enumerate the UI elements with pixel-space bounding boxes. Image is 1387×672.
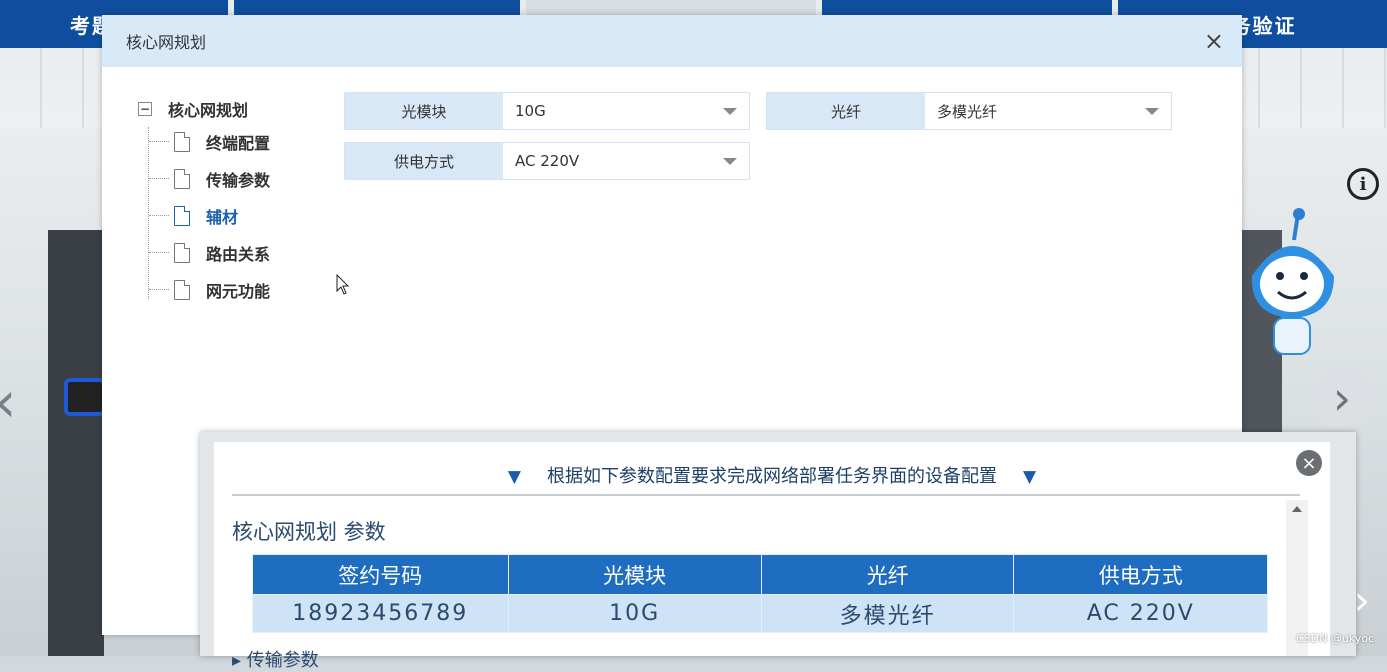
table-cell: 18923456789 [252, 594, 509, 633]
document-icon [174, 168, 190, 189]
mouse-cursor-icon [336, 274, 350, 295]
power-supply-select[interactable]: AC 220V [503, 143, 749, 179]
optical-module-select[interactable]: 10G [503, 93, 749, 129]
info-icon[interactable]: i [1347, 168, 1379, 200]
field-label: 供电方式 [345, 143, 503, 179]
triangle-down-icon: ▼ [507, 467, 521, 487]
table-cell: 10G [507, 594, 762, 633]
fiber-field: 光纤 多模光纤 [766, 92, 1172, 130]
column-header: 光纤 [760, 554, 1015, 595]
tree-root[interactable]: − 核心网规划 [138, 95, 270, 123]
section-title: 核心网规划 参数 [232, 520, 386, 544]
tree-item-ne-function[interactable]: 网元功能 [138, 271, 270, 308]
document-icon [174, 205, 190, 226]
hint-title-text: 根据如下参数配置要求完成网络部署任务界面的设备配置 [547, 466, 997, 487]
table-row: 18923456789 10G 多模光纤 AC 220V [252, 594, 1268, 633]
column-header: 光模块 [507, 554, 762, 595]
column-header: 供电方式 [1013, 554, 1268, 595]
chevron-down-icon[interactable] [1145, 108, 1159, 115]
select-value: 多模光纤 [937, 102, 998, 121]
chevron-down-icon[interactable] [723, 108, 737, 115]
robot-mascot-icon[interactable] [1244, 206, 1340, 366]
scroll-up-icon[interactable] [1292, 506, 1302, 512]
tree-item-terminal-config[interactable]: 终端配置 [138, 123, 270, 160]
dialog-header: 核心网规划 × [102, 15, 1242, 67]
dialog-title: 核心网规划 [126, 33, 207, 52]
tree-item-routing[interactable]: 路由关系 [138, 234, 270, 271]
hint-title: ▼ 根据如下参数配置要求完成网络部署任务界面的设备配置 ▼ [214, 462, 1330, 488]
select-value: 10G [515, 102, 546, 120]
table-header-row: 签约号码 光模块 光纤 供电方式 [252, 554, 1268, 595]
tree-item-transport-params[interactable]: 传输参数 [138, 160, 270, 197]
next-arrow-icon[interactable]: › [1354, 578, 1370, 624]
tree-item-label: 路由关系 [206, 244, 271, 264]
document-icon [174, 242, 190, 263]
config-tree: − 核心网规划 终端配置 传输参数 辅材 路由关系 网元功能 [138, 95, 270, 308]
next-section-title[interactable]: ▸ 传输参数 [232, 646, 319, 672]
document-icon [174, 279, 190, 300]
select-value: AC 220V [515, 152, 580, 170]
tree-item-label: 传输参数 [206, 170, 271, 190]
document-icon [174, 131, 190, 152]
collapse-icon[interactable]: − [138, 102, 152, 116]
close-icon[interactable]: × [1204, 29, 1224, 53]
previous-arrow-icon[interactable]: ‹ [0, 370, 16, 435]
triangle-down-icon: ▼ [1023, 467, 1037, 487]
column-header: 签约号码 [252, 554, 509, 595]
power-supply-field: 供电方式 AC 220V [344, 142, 750, 180]
tree-item-label: 辅材 [206, 207, 239, 227]
tree-item-label: 终端配置 [206, 133, 271, 153]
table-cell: AC 220V [1013, 594, 1268, 633]
chevron-down-icon[interactable] [723, 158, 737, 165]
fiber-select[interactable]: 多模光纤 [925, 93, 1171, 129]
rack-port-highlight[interactable] [64, 378, 106, 416]
tree-item-label: 网元功能 [206, 281, 271, 301]
equipment-rack [48, 230, 106, 656]
next-arrow-icon[interactable]: › [1310, 366, 1374, 430]
close-icon[interactable]: × [1296, 450, 1322, 476]
field-label: 光模块 [345, 93, 503, 129]
field-label: 光纤 [767, 93, 925, 129]
tree-root-label: 核心网规划 [168, 101, 249, 120]
hint-panel: ▼ 根据如下参数配置要求完成网络部署任务界面的设备配置 ▼ × 核心网规划 参数 签… [214, 442, 1330, 671]
watermark: CSDN @ukyoc. [1296, 632, 1378, 645]
params-table: 签约号码 光模块 光纤 供电方式 18923456789 10G 多模光纤 AC… [252, 554, 1268, 633]
table-cell: 多模光纤 [760, 594, 1015, 633]
optical-module-field: 光模块 10G [344, 92, 750, 130]
tree-item-accessories[interactable]: 辅材 [138, 197, 270, 234]
divider [232, 494, 1300, 496]
